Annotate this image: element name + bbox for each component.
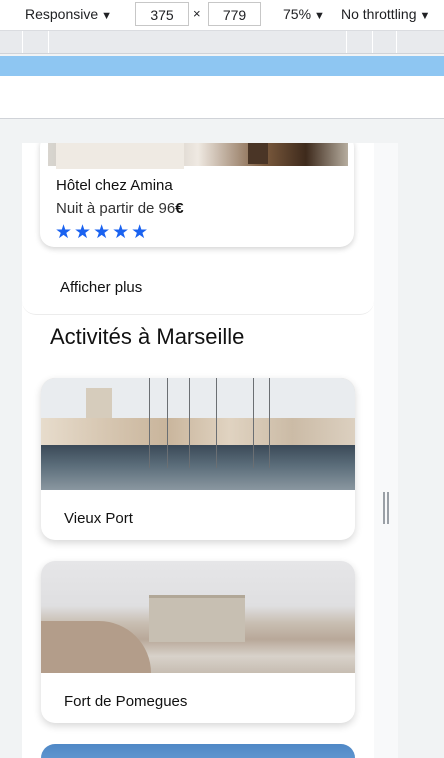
bed-shape bbox=[56, 143, 184, 169]
chevron-down-icon: ▼ bbox=[419, 10, 431, 22]
ruler-segment bbox=[346, 31, 347, 53]
throttling-select[interactable]: No throttling ▼ bbox=[341, 0, 430, 30]
media-query-bar[interactable] bbox=[0, 56, 444, 76]
activity-label: Fort de Pomegues bbox=[64, 693, 188, 710]
rock-shape bbox=[41, 621, 151, 673]
show-more-button[interactable]: Afficher plus bbox=[60, 279, 142, 296]
ruler-segment bbox=[396, 31, 397, 53]
ruler-segment bbox=[48, 31, 49, 53]
fort-shape bbox=[149, 595, 245, 642]
device-select-label: Responsive bbox=[25, 6, 99, 22]
hotel-price-currency: € bbox=[175, 200, 184, 217]
chevron-down-icon: ▼ bbox=[101, 10, 113, 22]
mast-shape bbox=[189, 378, 190, 468]
ruler-segment bbox=[372, 31, 373, 53]
viewport-gutter bbox=[0, 76, 444, 119]
emulated-page: Hôtel chez Amina Nuit à partir de 96€ ★★… bbox=[22, 143, 374, 758]
fort-photo bbox=[41, 561, 355, 673]
hotel-card[interactable]: Hôtel chez Amina Nuit à partir de 96€ ★★… bbox=[40, 143, 354, 247]
hotel-name: Hôtel chez Amina bbox=[56, 177, 173, 194]
resize-handle-icon[interactable] bbox=[383, 492, 389, 524]
activity-card[interactable]: Vieux Port bbox=[41, 378, 355, 540]
mast-shape bbox=[167, 378, 168, 468]
hotel-price: Nuit à partir de 96€ bbox=[56, 200, 184, 217]
device-toolbar: Responsive ▼ 375 × 779 75% ▼ No throttling… bbox=[0, 0, 444, 31]
emulation-side-strip bbox=[374, 143, 398, 758]
height-input[interactable]: 779 bbox=[208, 2, 261, 26]
ruler-segment bbox=[22, 31, 23, 53]
times-glyph: × bbox=[193, 6, 201, 21]
harbor-photo bbox=[41, 378, 355, 490]
activity-card[interactable]: Fort de Pomegues bbox=[41, 561, 355, 723]
hotel-price-text: Nuit à partir de 96 bbox=[56, 200, 176, 217]
chevron-down-icon: ▼ bbox=[314, 10, 325, 22]
church-shape bbox=[86, 388, 112, 418]
furniture-shape bbox=[248, 143, 268, 164]
star-rating-icon: ★★★★★ bbox=[55, 222, 151, 243]
device-select[interactable]: Responsive ▼ bbox=[25, 0, 112, 30]
mast-shape bbox=[253, 378, 254, 468]
mast-shape bbox=[269, 378, 270, 468]
section-title: Activités à Marseille bbox=[50, 324, 245, 349]
mast-shape bbox=[149, 378, 150, 468]
throttling-select-label: No throttling bbox=[341, 6, 417, 22]
zoom-select[interactable]: 75% ▼ bbox=[283, 0, 325, 30]
device-ruler[interactable] bbox=[0, 31, 444, 54]
width-input[interactable]: 375 bbox=[135, 2, 189, 26]
activity-card-partial[interactable] bbox=[41, 744, 355, 758]
activity-label: Vieux Port bbox=[64, 510, 133, 527]
hotel-photo bbox=[48, 143, 348, 169]
mast-shape bbox=[216, 378, 217, 468]
zoom-select-label: 75% bbox=[283, 6, 312, 22]
